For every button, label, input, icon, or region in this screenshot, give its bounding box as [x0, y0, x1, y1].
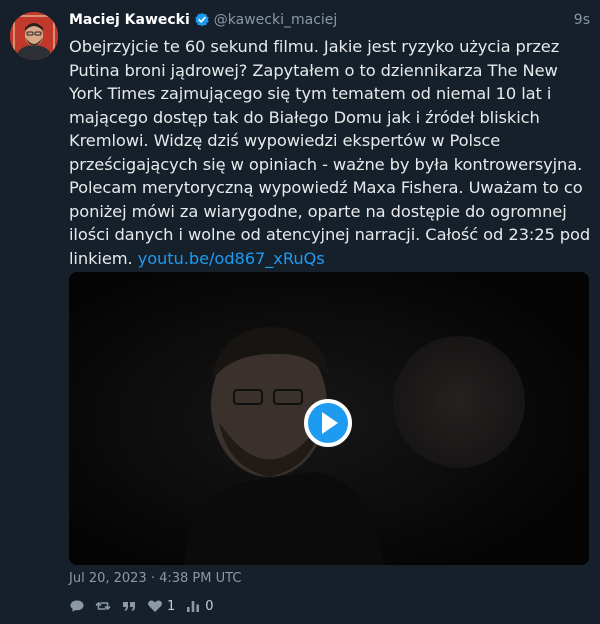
author-handle[interactable]: @kawecki_maciej: [214, 12, 338, 28]
tweet-header: Maciej Kawecki @kawecki_maciej 9s: [69, 10, 590, 30]
like-count: 1: [167, 598, 176, 614]
tweet-body: Obejrzyjcie te 60 sekund filmu. Jakie je…: [69, 37, 591, 268]
heart-icon: [148, 600, 162, 612]
tweet-time-ago[interactable]: 9s: [574, 12, 590, 28]
retweet-icon: [95, 602, 111, 610]
quote-icon: [123, 602, 135, 611]
views-button[interactable]: 0: [185, 598, 214, 614]
reply-button[interactable]: [69, 598, 85, 614]
views-icon: [187, 601, 200, 612]
tweet-text: Obejrzyjcie te 60 sekund filmu. Jakie je…: [69, 35, 594, 270]
author-name[interactable]: Maciej Kawecki: [69, 12, 190, 28]
tweet-date[interactable]: Jul 20, 2023 · 4:38 PM UTC: [69, 571, 241, 586]
tweet-card: Maciej Kawecki @kawecki_maciej 9s Obejrz…: [0, 0, 600, 624]
avatar[interactable]: [10, 12, 58, 60]
views-count: 0: [205, 598, 214, 614]
tweet-actions: 1 0: [69, 597, 224, 615]
reply-icon: [70, 600, 84, 612]
avatar-image: [10, 12, 58, 60]
video-player[interactable]: [69, 272, 589, 565]
quote-button[interactable]: [121, 598, 137, 614]
like-button[interactable]: 1: [147, 598, 175, 614]
verified-badge-icon: [194, 12, 210, 28]
tweet-link[interactable]: youtu.be/od867_xRuQs: [138, 249, 325, 268]
play-icon[interactable]: [303, 398, 353, 448]
retweet-button[interactable]: [95, 598, 111, 614]
